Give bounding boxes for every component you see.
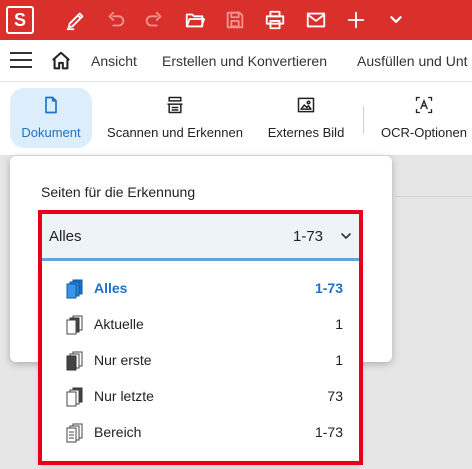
document-page-edge — [395, 196, 472, 197]
option-nur-letzte[interactable]: Nur letzte 73 — [40, 379, 360, 415]
option-count: 1-73 — [314, 280, 343, 296]
title-bar: S — [0, 0, 472, 40]
scannen-erkennen-label: Scannen und Erkennen — [107, 125, 243, 140]
plus-icon[interactable] — [340, 4, 372, 36]
ocr-icon — [413, 94, 435, 116]
chevron-down-icon[interactable] — [380, 4, 412, 36]
option-label: Bereich — [94, 424, 142, 440]
open-folder-icon[interactable] — [179, 4, 211, 36]
menu-bar: Ansicht Erstellen und Konvertieren Ausfü… — [0, 40, 472, 82]
print-icon[interactable] — [259, 4, 291, 36]
range-pages-icon — [62, 421, 86, 445]
ribbon-separator — [363, 106, 364, 134]
option-label: Alles — [94, 280, 128, 296]
option-bereich[interactable]: Bereich 1-73 — [40, 415, 360, 451]
option-alles[interactable]: Alles 1-73 — [40, 271, 360, 307]
pages-dropdown-list: Alles 1-73 Aktuelle 1 Nur erste 1 Nur le… — [40, 264, 360, 462]
redo-icon[interactable] — [138, 4, 170, 36]
menu-ausfuellen[interactable]: Ausfüllen und Unt — [357, 53, 468, 69]
all-pages-icon — [62, 277, 86, 301]
externes-bild-label: Externes Bild — [267, 125, 345, 140]
option-aktuelle[interactable]: Aktuelle 1 — [40, 307, 360, 343]
ocr-optionen-button[interactable]: OCR-Optionen — [374, 88, 472, 148]
option-label: Nur erste — [94, 352, 152, 368]
pages-select[interactable]: Alles 1-73 — [40, 213, 360, 261]
undo-icon[interactable] — [100, 4, 132, 36]
option-count: 1-73 — [314, 424, 343, 440]
document-icon — [40, 94, 62, 116]
dokument-label: Dokument — [21, 125, 81, 140]
save-icon[interactable] — [219, 4, 251, 36]
select-range: 1-73 — [293, 228, 324, 245]
option-label: Nur letzte — [94, 388, 154, 404]
hamburger-menu-icon[interactable] — [10, 52, 32, 70]
option-label: Aktuelle — [94, 316, 144, 332]
pen-icon[interactable] — [60, 4, 92, 36]
option-count: 1 — [335, 316, 343, 332]
mail-icon[interactable] — [300, 4, 332, 36]
option-count: 1 — [335, 352, 343, 368]
scanner-icon — [164, 94, 186, 116]
ocr-optionen-label: OCR-Optionen — [381, 125, 467, 140]
current-page-icon — [62, 313, 86, 337]
option-nur-erste[interactable]: Nur erste 1 — [40, 343, 360, 379]
panel-title: Seiten für die Erkennung — [41, 184, 196, 200]
first-page-icon — [62, 349, 86, 373]
home-icon[interactable] — [50, 50, 72, 72]
dokument-button[interactable]: Dokument — [10, 88, 92, 148]
menu-ansicht[interactable]: Ansicht — [91, 53, 137, 69]
scannen-erkennen-button[interactable]: Scannen und Erkennen — [104, 88, 246, 148]
externes-bild-button[interactable]: Externes Bild — [258, 88, 354, 148]
ribbon-toolbar: Dokument Scannen und Erkennen Externes B… — [0, 82, 472, 156]
select-value: Alles — [49, 228, 82, 245]
app-logo[interactable]: S — [6, 6, 34, 34]
option-count: 73 — [327, 388, 343, 404]
last-page-icon — [62, 385, 86, 409]
chevron-down-icon — [340, 229, 352, 241]
image-icon — [295, 94, 317, 116]
menu-erstellen-konvertieren[interactable]: Erstellen und Konvertieren — [162, 53, 327, 69]
